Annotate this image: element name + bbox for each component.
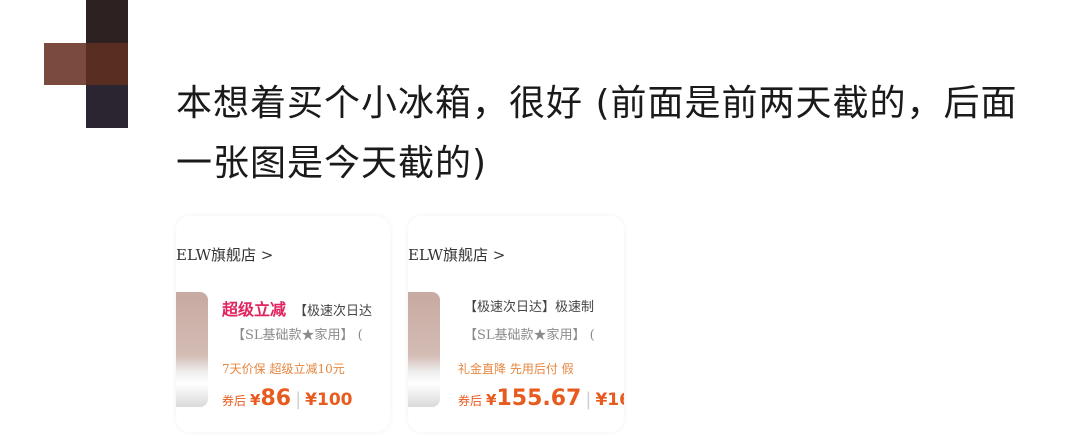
original-price: ¥166.6 (595, 390, 624, 410)
product-title: 超级立减 【极速次日达 (222, 296, 372, 320)
price-label: 券后 (458, 394, 483, 408)
store-link[interactable]: ELW旗舰店 > (176, 244, 273, 265)
currency-symbol: ¥ (250, 391, 261, 409)
product-title-text: 【极速次日达】极速制 (464, 300, 595, 315)
store-link[interactable]: ELW旗舰店 > (408, 244, 505, 265)
product-thumbnail[interactable] (176, 292, 208, 407)
product-title: 【极速次日达】极速制 (464, 296, 594, 315)
currency-symbol: ¥ (486, 391, 497, 409)
product-card[interactable]: ELW旗舰店 > 超级立减 【极速次日达 【SL基础款★家用】 ( 7天价保 超级… (176, 216, 390, 432)
price-value: 155.67 (496, 386, 582, 411)
avatar-block (86, 0, 128, 43)
product-title-text: 【极速次日达 (294, 304, 373, 319)
price-divider: | (295, 389, 302, 410)
post-text-line: 一张图是今天截的) (176, 143, 488, 184)
price-row: 券后¥155.67|¥166.6 (458, 386, 624, 411)
price-label: 券后 (222, 394, 247, 408)
avatar-block (86, 43, 128, 85)
price-divider: | (585, 389, 592, 410)
product-thumbnail[interactable] (408, 292, 440, 407)
post-text: 本想着买个小冰箱，很好 (前面是前两天截的，后面 一张图是今天截的) (176, 74, 1056, 194)
avatar[interactable] (0, 0, 135, 130)
promo-tags: 礼金直降 先用后付 假 (458, 362, 574, 376)
product-card[interactable]: ELW旗舰店 > 【极速次日达】极速制 【SL基础款★家用】 ( 礼金直降 先用… (408, 216, 624, 432)
product-subtitle: 【SL基础款★家用】 ( (464, 328, 595, 343)
avatar-block (44, 43, 86, 85)
post-text-line: 本想着买个小冰箱，很好 (前面是前两天截的，后面 (176, 83, 1018, 124)
original-price: ¥100 (305, 390, 353, 410)
avatar-block (86, 85, 128, 128)
promo-badge: 超级立减 (222, 300, 287, 319)
price-value: 86 (260, 386, 292, 411)
promo-tags: 7天价保 超级立减10元 (222, 362, 345, 376)
price-row: 券后 ¥86 | ¥100 (222, 386, 352, 411)
product-subtitle: 【SL基础款★家用】 ( (232, 328, 363, 343)
